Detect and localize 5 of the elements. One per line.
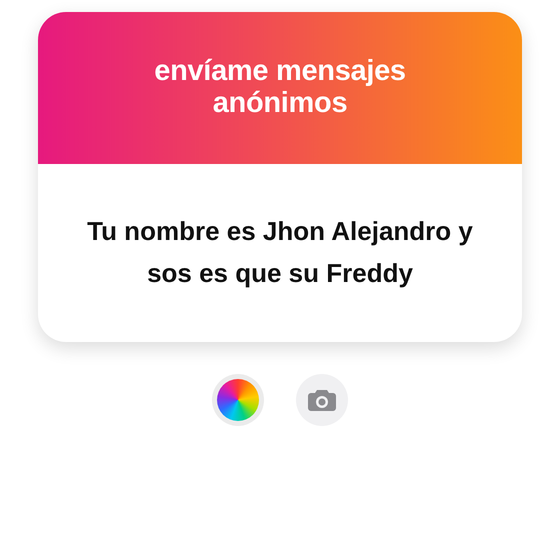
color-wheel-icon [217,379,259,421]
camera-button[interactable] [296,374,348,426]
card-title: envíame mensajes anónimos [153,56,407,120]
message-text: Tu nombre es Jhon Alejandro y sos es que su Freddy [86,215,474,290]
camera-icon [307,388,337,412]
